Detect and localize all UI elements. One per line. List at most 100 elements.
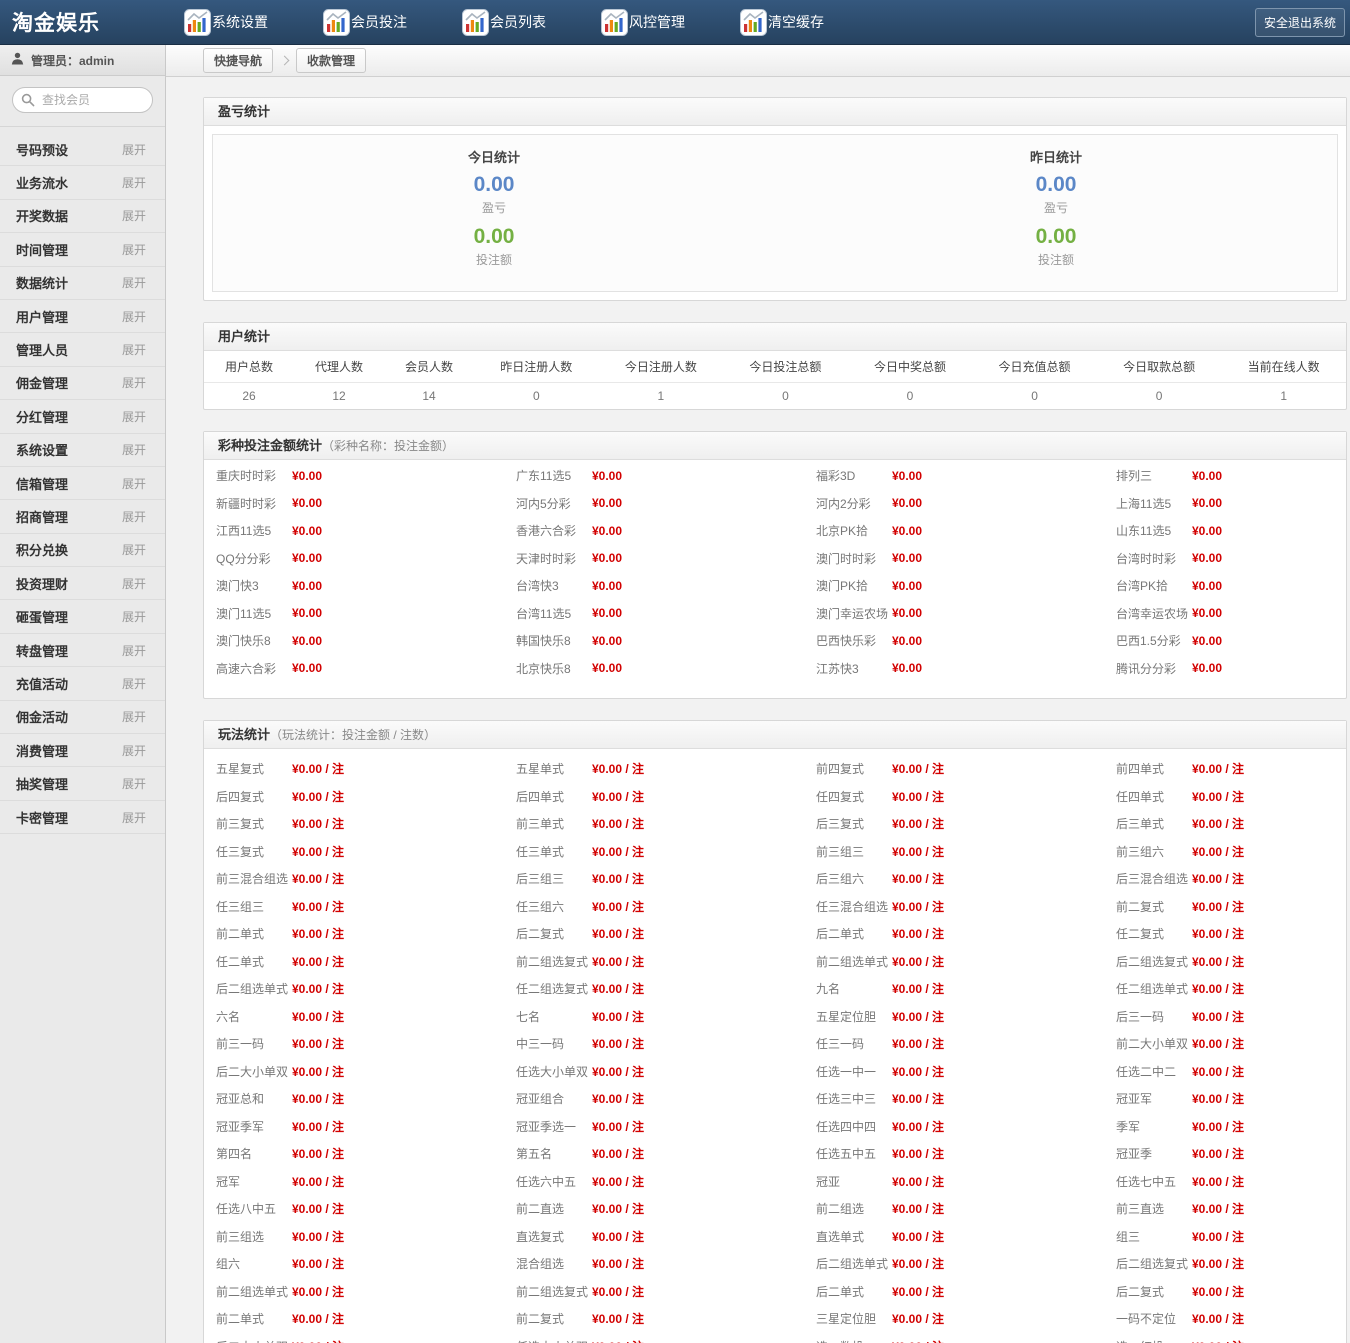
expand-toggle[interactable]: 展开 bbox=[122, 174, 146, 191]
stat-cell: 新疆时时彩¥0.00 bbox=[204, 490, 504, 518]
breadcrumb-item-quick-nav[interactable]: 快捷导航 bbox=[203, 48, 273, 73]
expand-toggle[interactable]: 展开 bbox=[122, 742, 146, 759]
play-stats-subtitle: （玩法统计：投注金额 / 注数） bbox=[270, 728, 436, 742]
play-stats-head: 玩法统计（玩法统计：投注金额 / 注数） bbox=[204, 721, 1346, 749]
expand-toggle[interactable]: 展开 bbox=[122, 475, 146, 492]
logout-button[interactable]: 安全退出系统 bbox=[1255, 8, 1345, 37]
amount-value: ¥0.00 / 注 bbox=[292, 925, 344, 942]
play-name: 冠军 bbox=[216, 1173, 292, 1190]
stat-cell: 后二组选单式¥0.00 / 注 bbox=[204, 975, 504, 1003]
expand-toggle[interactable]: 展开 bbox=[122, 408, 146, 425]
play-name: 六名 bbox=[216, 1008, 292, 1025]
sidebar-item-20[interactable]: 卡密管理 展开 bbox=[0, 801, 165, 834]
amount-value: ¥0.00 bbox=[1192, 551, 1222, 565]
sidebar-item-label: 充值活动 bbox=[16, 674, 68, 693]
breadcrumb-item-current[interactable]: 收款管理 bbox=[296, 48, 366, 73]
sidebar-item-0[interactable]: 号码预设 展开 bbox=[0, 133, 165, 166]
stat-cell: 广东11选5¥0.00 bbox=[504, 462, 804, 490]
expand-toggle[interactable]: 展开 bbox=[122, 441, 146, 458]
nav-item-1[interactable]: 会员投注 bbox=[323, 9, 407, 36]
today-stats-title: 今日统计 bbox=[213, 147, 775, 166]
amount-value: ¥0.00 bbox=[892, 524, 922, 538]
stat-cell: 台湾11选5¥0.00 bbox=[504, 600, 804, 628]
amount-value: ¥0.00 bbox=[292, 606, 322, 620]
sidebar-item-3[interactable]: 时间管理 展开 bbox=[0, 233, 165, 266]
stat-cell: 冠亚¥0.00 / 注 bbox=[804, 1168, 1104, 1196]
lottery-name: 澳门PK拾 bbox=[816, 577, 892, 594]
sidebar-item-1[interactable]: 业务流水展开 bbox=[0, 166, 165, 199]
sidebar-item-11[interactable]: 招商管理展开 bbox=[0, 500, 165, 533]
amount-value: ¥0.00 / 注 bbox=[892, 1145, 944, 1162]
stat-cell: 前二单式¥0.00 / 注 bbox=[204, 1305, 504, 1333]
play-name: 前三混合组选 bbox=[216, 870, 292, 887]
expand-toggle[interactable]: 展开 bbox=[122, 274, 146, 291]
stat-cell: 前三混合组选¥0.00 / 注 bbox=[204, 865, 504, 893]
sidebar-item-18[interactable]: 消费管理展开 bbox=[0, 734, 165, 767]
user-stat-header: 今日注册人数 bbox=[599, 351, 724, 382]
expand-toggle[interactable]: 展开 bbox=[122, 341, 146, 358]
expand-toggle[interactable]: 展开 bbox=[122, 207, 146, 224]
play-name: 后二组选单式 bbox=[216, 980, 292, 997]
stat-cell: 后三单式¥0.00 / 注 bbox=[1104, 810, 1346, 838]
sidebar-item-13[interactable]: 投资理财展开 bbox=[0, 567, 165, 600]
stat-cell: 六名¥0.00 / 注 bbox=[204, 1003, 504, 1031]
expand-toggle[interactable]: 展开 bbox=[122, 374, 146, 391]
amount-value: ¥0.00 bbox=[1192, 634, 1222, 648]
expand-toggle[interactable]: 展开 bbox=[122, 541, 146, 558]
lottery-name: 排列三 bbox=[1116, 467, 1192, 484]
nav-item-2[interactable]: 会员列表 bbox=[462, 9, 546, 36]
sidebar-item-12[interactable]: 积分兑换展开 bbox=[0, 534, 165, 567]
nav-item-0[interactable]: 系统设置 bbox=[184, 9, 268, 36]
nav-item-4[interactable]: 清空缓存 bbox=[740, 9, 824, 36]
sidebar-item-label: 时间管理 bbox=[16, 240, 68, 259]
expand-toggle[interactable]: 展开 bbox=[122, 809, 146, 826]
expand-toggle[interactable]: 展开 bbox=[122, 642, 146, 659]
sidebar-item-14[interactable]: 砸蛋管理展开 bbox=[0, 600, 165, 633]
brand-logo: 淘金娱乐 bbox=[0, 7, 166, 37]
expand-toggle[interactable]: 展开 bbox=[122, 608, 146, 625]
expand-toggle[interactable]: 展开 bbox=[122, 508, 146, 525]
expand-toggle[interactable]: 展开 bbox=[122, 575, 146, 592]
stat-cell: 前三组三¥0.00 / 注 bbox=[804, 838, 1104, 866]
sidebar-item-2[interactable]: 开奖数据展开 bbox=[0, 200, 165, 233]
expand-toggle[interactable]: 展开 bbox=[122, 141, 146, 158]
expand-toggle[interactable]: 展开 bbox=[122, 708, 146, 725]
sidebar-item-label: 卡密管理 bbox=[16, 808, 68, 827]
expand-toggle[interactable]: 展开 bbox=[122, 675, 146, 692]
amount-value: ¥0.00 bbox=[292, 524, 322, 538]
stat-cell: 任选三中三¥0.00 / 注 bbox=[804, 1085, 1104, 1113]
sidebar-item-7[interactable]: 佣金管理展开 bbox=[0, 367, 165, 400]
sidebar-item-10[interactable]: 信箱管理展开 bbox=[0, 467, 165, 500]
stat-cell: 选一红投¥0.00 / 注 bbox=[1104, 1333, 1346, 1343]
sidebar-item-4[interactable]: 数据统计展开 bbox=[0, 267, 165, 300]
nav-item-3[interactable]: 风控管理 bbox=[601, 9, 685, 36]
expand-toggle[interactable]: 展开 bbox=[122, 308, 146, 325]
amount-value: ¥0.00 / 注 bbox=[892, 1255, 944, 1272]
expand-toggle[interactable]: 展开 bbox=[122, 241, 146, 258]
sidebar-item-6[interactable]: 管理人员展开 bbox=[0, 333, 165, 366]
user-stat-value: 1 bbox=[599, 382, 724, 409]
stat-cell: 前二直选¥0.00 / 注 bbox=[504, 1195, 804, 1223]
amount-value: ¥0.00 bbox=[592, 524, 622, 538]
lottery-name: 韩国快乐8 bbox=[516, 632, 592, 649]
lottery-name: 台湾时时彩 bbox=[1116, 550, 1192, 567]
user-stat-value: 12 bbox=[294, 382, 384, 409]
amount-value: ¥0.00 / 注 bbox=[892, 815, 944, 832]
sidebar-item-5[interactable]: 用户管理展开 bbox=[0, 300, 165, 333]
expand-toggle[interactable]: 展开 bbox=[122, 775, 146, 792]
sidebar-item-label: 号码预设 bbox=[16, 140, 68, 159]
amount-value: ¥0.00 / 注 bbox=[1192, 788, 1244, 805]
sidebar-item-15[interactable]: 转盘管理展开 bbox=[0, 634, 165, 667]
stat-cell: 后二组选单式¥0.00 / 注 bbox=[804, 1250, 1104, 1278]
sidebar-item-17[interactable]: 佣金活动展开 bbox=[0, 701, 165, 734]
sidebar-item-16[interactable]: 充值活动 展开 bbox=[0, 667, 165, 700]
amount-value: ¥0.00 bbox=[292, 579, 322, 593]
stat-cell: 后二大小单双¥0.00 / 注 bbox=[204, 1058, 504, 1086]
grid-column: 前四单式¥0.00 / 注任四单式¥0.00 / 注后三单式¥0.00 / 注前… bbox=[1104, 755, 1346, 1343]
sidebar-item-8[interactable]: 分红管理展开 bbox=[0, 400, 165, 433]
lottery-name: 高速六合彩 bbox=[216, 660, 292, 677]
sidebar-item-9[interactable]: 系统设置展开 bbox=[0, 434, 165, 467]
amount-value: ¥0.00 bbox=[592, 579, 622, 593]
sidebar-item-19[interactable]: 抽奖管理展开 bbox=[0, 767, 165, 800]
stat-cell: 混合组选¥0.00 / 注 bbox=[504, 1250, 804, 1278]
